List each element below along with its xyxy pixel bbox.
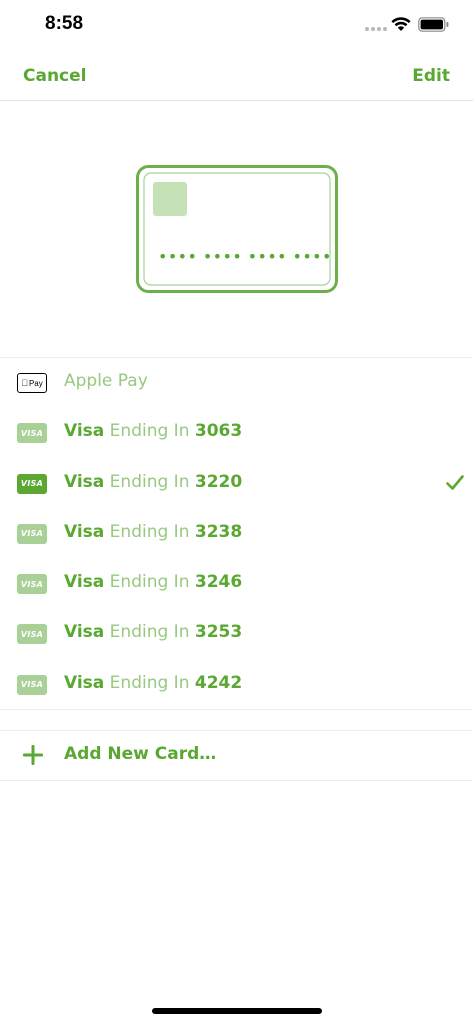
- card-brand: Visa: [64, 672, 105, 693]
- status-time: 8:58: [45, 13, 84, 34]
- visa-badge: VISA: [17, 423, 47, 444]
- visa-badge: VISA: [17, 624, 47, 645]
- payment-method-row[interactable]: VISA Visa Ending In 3253: [0, 609, 473, 659]
- edit-button[interactable]: Edit: [412, 66, 450, 86]
- card-description: Ending In: [104, 521, 195, 542]
- card-description: Ending In: [104, 622, 195, 643]
- payment-method-label: Visa Ending In 3238: [64, 522, 242, 542]
- navigation-bar: Cancel Edit: [0, 52, 473, 101]
- card-brand: Visa: [64, 622, 105, 643]
- cancel-button[interactable]: Cancel: [23, 66, 86, 86]
- card-last4: 3238: [194, 521, 243, 542]
- cellular-signal-icon: [365, 27, 387, 31]
- visa-icon: VISA: [17, 523, 47, 544]
- card-description: Ending In: [104, 572, 195, 593]
- card-description: Ending In: [104, 672, 195, 693]
- payment-method-label: Apple Pay: [64, 371, 148, 391]
- plus-icon: [23, 745, 43, 765]
- card-chip-icon: [153, 182, 187, 216]
- payment-method-label: Visa Ending In 3246: [64, 572, 242, 592]
- add-new-card-button[interactable]: Add New Card…: [0, 730, 473, 781]
- card-last4: 3253: [194, 622, 243, 643]
- visa-icon: VISA: [17, 473, 47, 494]
- card-masked-number: •••• •••• •••• ••••: [158, 247, 332, 266]
- payment-method-row[interactable]: VISA Visa Ending In 3063: [0, 408, 473, 458]
- apple-pay-badge: Pay: [17, 373, 47, 393]
- visa-icon: VISA: [17, 674, 47, 695]
- battery-icon: [418, 17, 449, 32]
- card-description: Ending In: [104, 421, 195, 442]
- card-description: Ending In: [104, 471, 195, 492]
- card-last4: 3063: [194, 421, 243, 442]
- visa-badge: VISA: [17, 674, 47, 695]
- payment-method-row[interactable]: VISA Visa Ending In 3246: [0, 559, 473, 609]
- payment-method-label: Visa Ending In 3253: [64, 622, 242, 642]
- payment-method-label: Visa Ending In 4242: [64, 673, 242, 693]
- visa-badge: VISA: [17, 574, 47, 595]
- card-brand: Visa: [64, 471, 105, 492]
- payment-method-row[interactable]: VISA Visa Ending In 3220: [0, 459, 473, 509]
- card-brand: Visa: [64, 572, 105, 593]
- visa-icon: VISA: [17, 624, 47, 645]
- visa-badge: VISA: [17, 523, 47, 544]
- credit-card-illustration: •••• •••• •••• ••••: [136, 165, 338, 293]
- card-brand: Visa: [64, 421, 105, 442]
- card-last4: 3246: [194, 572, 243, 593]
- visa-icon: VISA: [17, 574, 47, 595]
- wifi-icon: [391, 17, 411, 31]
- payment-method-row[interactable]: VISA Visa Ending In 3238: [0, 509, 473, 559]
- card-last4: 3220: [194, 471, 243, 492]
- checkmark-icon: [446, 474, 464, 490]
- payment-method-label: Visa Ending In 3220: [64, 472, 242, 492]
- status-bar: 8:58: [0, 0, 473, 50]
- payment-method-row[interactable]: Pay Apple Pay: [0, 358, 473, 408]
- add-new-card-label: Add New Card…: [64, 744, 217, 764]
- payment-methods-list: PayApple PayVISAVisa Ending In 3063VISA…: [0, 358, 473, 710]
- payment-method-row[interactable]: VISA Visa Ending In 4242: [0, 660, 473, 710]
- visa-icon: VISA: [17, 423, 47, 444]
- visa-badge: VISA: [17, 473, 47, 494]
- list-divider: [0, 709, 473, 710]
- card-last4: 4242: [194, 672, 243, 693]
- card-description: Apple Pay: [64, 371, 148, 391]
- payment-method-label: Visa Ending In 3063: [64, 421, 242, 441]
- home-indicator: [152, 1008, 322, 1014]
- apple-pay-icon: Pay: [17, 373, 47, 393]
- card-brand: Visa: [64, 521, 105, 542]
